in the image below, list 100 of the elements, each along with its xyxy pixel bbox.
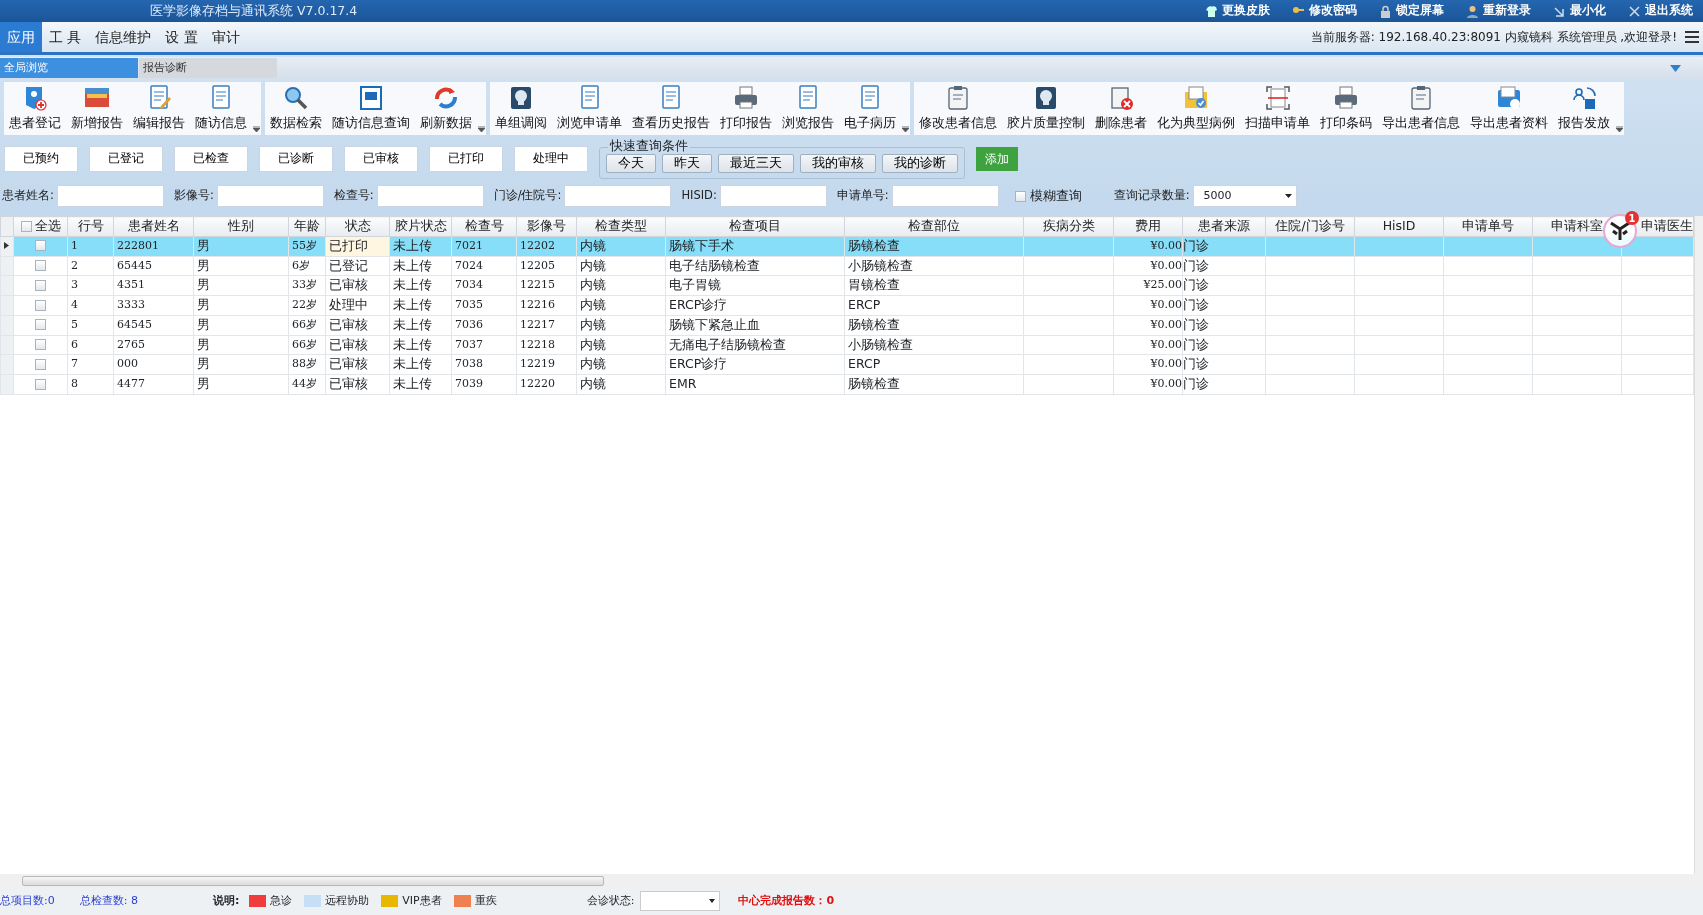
- table-cell: 门诊: [1183, 257, 1209, 273]
- toolbar-button[interactable]: 浏览报告: [777, 84, 839, 135]
- title-bar-button[interactable]: 更换皮肤: [1205, 2, 1270, 20]
- title-bar-button[interactable]: 修改密码: [1292, 2, 1357, 20]
- field-label: 检查号:: [333, 187, 374, 205]
- table-cell: 55岁: [292, 238, 317, 252]
- row-checkbox[interactable]: [35, 358, 46, 370]
- toolbar-button[interactable]: 导出患者信息: [1377, 84, 1465, 135]
- toolbar-button[interactable]: 随访信息: [190, 84, 252, 135]
- view-tab[interactable]: 报告诊断: [139, 58, 277, 78]
- toolbar-button[interactable]: 编辑报告: [128, 84, 190, 135]
- row-checkbox[interactable]: [35, 279, 46, 291]
- menu-item[interactable]: 工 具: [42, 22, 89, 52]
- input-field[interactable]: [564, 185, 672, 207]
- toolbar-button[interactable]: 数据检索: [265, 84, 327, 135]
- column-header[interactable]: 性别: [228, 218, 254, 233]
- status-filter-button[interactable]: 处理中: [514, 146, 588, 172]
- title-bar-button[interactable]: 重新登录: [1466, 2, 1531, 20]
- table-cell: 8: [71, 377, 78, 391]
- input-field[interactable]: [891, 185, 999, 207]
- title-bar-button[interactable]: 锁定屏幕: [1379, 2, 1444, 20]
- status-filter-button[interactable]: 已检查: [174, 146, 248, 172]
- row-checkbox[interactable]: [35, 240, 46, 252]
- row-checkbox[interactable]: [35, 319, 46, 331]
- horizontal-scrollbar[interactable]: [0, 874, 1703, 887]
- toolbar-button[interactable]: 胶片质量控制: [1002, 84, 1090, 135]
- table-cell: 未上传: [393, 237, 432, 253]
- toolbar-button[interactable]: 导出患者资料: [1465, 84, 1553, 135]
- table-cell: 男: [197, 237, 210, 253]
- status-filter-button[interactable]: 已打印: [429, 146, 503, 172]
- row-checkbox[interactable]: [35, 260, 46, 272]
- table-cell: 处理中: [329, 297, 368, 312]
- table-cell: 3333: [117, 298, 145, 312]
- table-cell: 65445: [117, 258, 152, 272]
- title-bar-button[interactable]: 退出系统: [1628, 2, 1693, 20]
- toolbar-button[interactable]: 化为典型病例: [1152, 84, 1240, 135]
- notification-badge: 1: [1625, 211, 1639, 225]
- toolbar-button[interactable]: 浏览申请单: [552, 84, 627, 135]
- input-field[interactable]: [376, 185, 484, 207]
- toolbar-button[interactable]: 打印报告: [715, 84, 777, 135]
- table-cell: 肠镜检查: [848, 376, 900, 391]
- table-cell: 未上传: [393, 376, 432, 391]
- table-cell: 7021: [455, 238, 483, 252]
- quick-query-button[interactable]: 今天: [606, 153, 656, 173]
- consult-status-dropdown[interactable]: [640, 891, 721, 911]
- menu-item[interactable]: 应用: [0, 22, 42, 52]
- toolbar-button[interactable]: 修改患者信息: [914, 84, 1002, 135]
- toolbar-button[interactable]: 扫描申请单: [1240, 84, 1315, 135]
- toolbar-button[interactable]: 随访信息查询: [327, 84, 415, 135]
- row-checkbox[interactable]: [35, 378, 46, 390]
- table-cell: 已审核: [329, 277, 368, 293]
- input-field[interactable]: [56, 185, 164, 207]
- table-cell: 内镜: [580, 257, 606, 273]
- table-cell: 44岁: [292, 377, 317, 391]
- toolbar-button[interactable]: 新增报告: [66, 84, 128, 135]
- menu-item[interactable]: 信息维护: [88, 22, 159, 52]
- caret-icon: [709, 899, 716, 903]
- toolbar-button[interactable]: 电子病历: [839, 84, 901, 135]
- menu-item[interactable]: 审计: [204, 22, 247, 52]
- quick-query-button[interactable]: 我的审核: [800, 153, 876, 173]
- status-filter-button[interactable]: 已登记: [89, 146, 163, 172]
- toolbar-button[interactable]: 刷新数据: [415, 84, 477, 135]
- table-cell: 小肠镜检查: [848, 257, 913, 273]
- status-filter-button[interactable]: 已诊断: [259, 146, 333, 172]
- quick-query-button[interactable]: 我的诊断: [882, 153, 958, 173]
- toolbar-button[interactable]: 报告发放: [1553, 84, 1615, 135]
- table-cell: 胃镜检查: [848, 277, 900, 293]
- dropdown-caret-icon: [1670, 64, 1681, 72]
- scrollbar-thumb[interactable]: [22, 875, 604, 886]
- table-cell: 门诊: [1183, 376, 1209, 391]
- status-filter-button[interactable]: 已审核: [344, 146, 418, 172]
- table-cell: 未上传: [393, 356, 432, 372]
- user-icon: [1466, 4, 1479, 18]
- legend-label: 急诊: [270, 892, 293, 909]
- toolbar-button[interactable]: 单组调阅: [490, 84, 552, 135]
- table-cell: 已登记: [329, 257, 368, 273]
- table-cell: 66岁: [292, 337, 317, 351]
- vertical-scrollbar[interactable]: [1694, 216, 1703, 874]
- checkbox[interactable]: 模糊查询: [1014, 186, 1082, 206]
- select-all-header[interactable]: 全选: [13, 216, 68, 237]
- input-field[interactable]: [216, 185, 324, 207]
- overflow-caret-icon: [253, 126, 260, 132]
- table-cell: 电子结肠镜检查: [669, 257, 760, 273]
- quick-query-button[interactable]: 最近三天: [718, 153, 794, 173]
- row-checkbox[interactable]: [35, 339, 46, 351]
- toolbar-button[interactable]: 查看历史报告: [627, 84, 715, 135]
- toolbar-button[interactable]: 删除患者: [1090, 84, 1152, 135]
- table-cell: 肠镜检查: [848, 316, 900, 332]
- title-bar-button[interactable]: 最小化: [1553, 2, 1606, 20]
- status-filter-button[interactable]: 已预约: [4, 146, 78, 172]
- toolbar-button[interactable]: 打印条码: [1315, 84, 1377, 135]
- menu-item[interactable]: 设 置: [158, 22, 205, 52]
- table-cell: 4: [71, 298, 78, 312]
- dropdown[interactable]: 5000: [1192, 185, 1297, 207]
- table-cell: 门诊: [1183, 336, 1209, 352]
- input-field[interactable]: [719, 185, 827, 207]
- row-checkbox[interactable]: [35, 299, 46, 311]
- quick-query-button[interactable]: 昨天: [662, 153, 712, 173]
- field-label: 门诊/住院号:: [493, 187, 562, 205]
- toolbar-button[interactable]: 患者登记: [4, 84, 66, 135]
